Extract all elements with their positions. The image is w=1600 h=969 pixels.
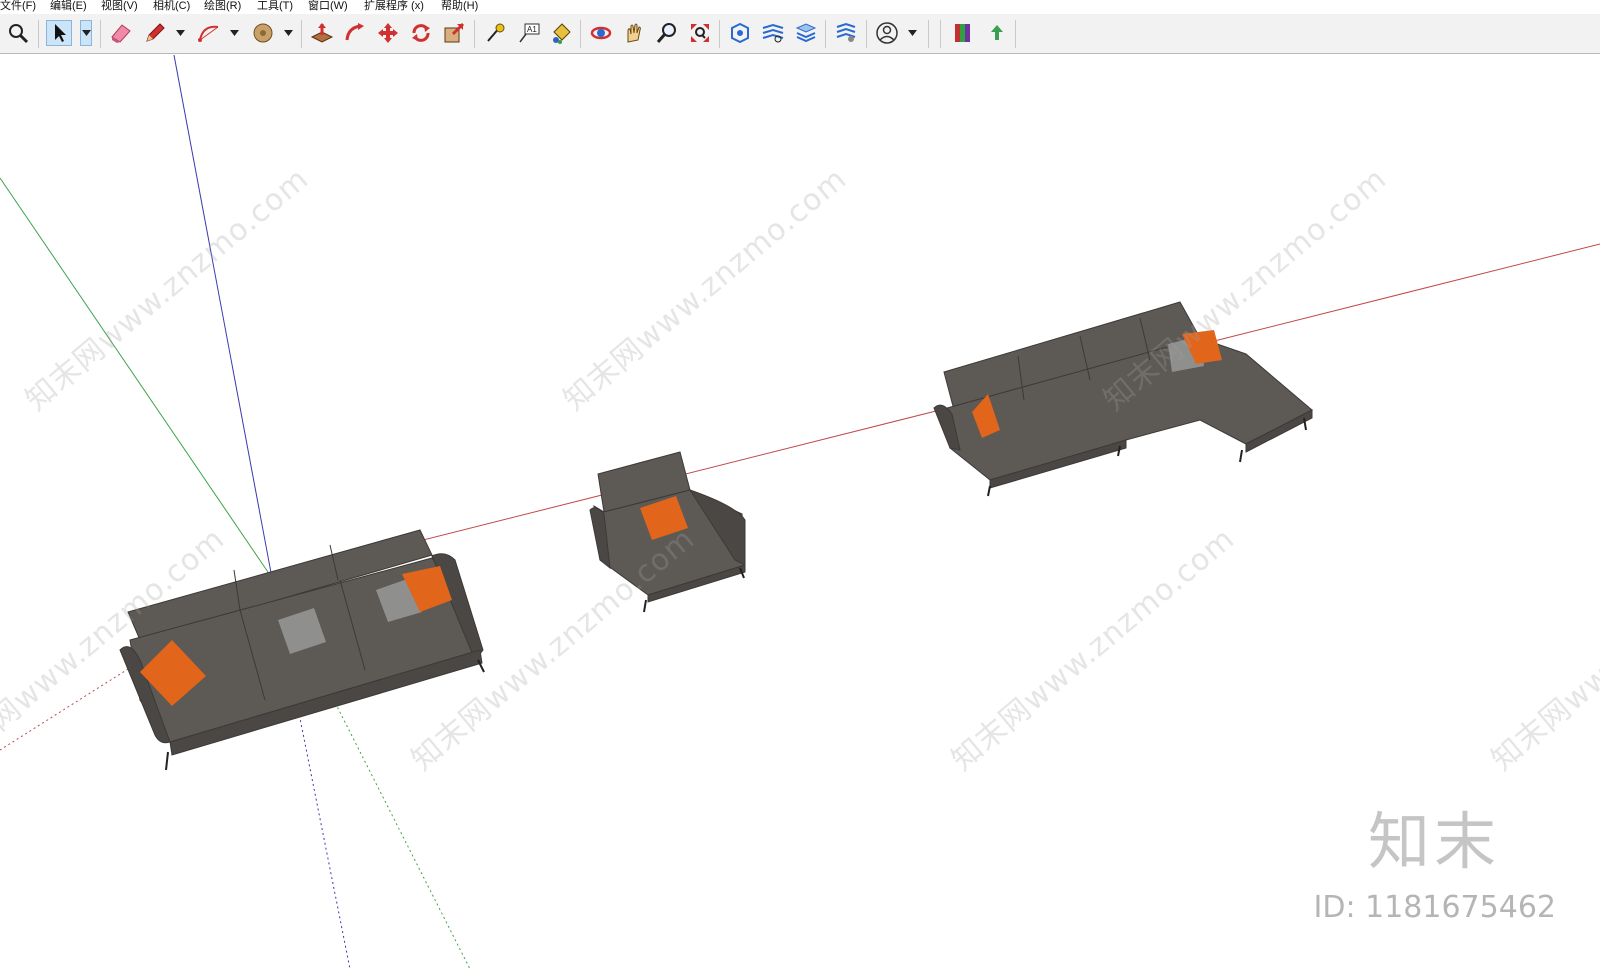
zoom-extents-icon[interactable] [687, 20, 713, 46]
blue-axis [173, 55, 273, 579]
menu-extensions[interactable]: 扩展程序 (x) [364, 0, 424, 13]
menu-file[interactable]: 文件(F) [0, 0, 36, 13]
zoom-icon[interactable] [5, 20, 31, 46]
account-icon[interactable] [874, 20, 900, 46]
eraser-icon[interactable] [108, 20, 134, 46]
pan-icon[interactable] [621, 20, 647, 46]
warehouse-icon[interactable] [727, 20, 753, 46]
toolbar-separator [866, 20, 867, 48]
menu-help[interactable]: 帮助(H) [441, 0, 478, 13]
paint-bucket-icon[interactable] [548, 20, 574, 46]
upload-icon[interactable] [984, 20, 1010, 46]
text-tool-label: A1 [527, 25, 537, 34]
toolbar-separator [928, 20, 929, 48]
move-icon[interactable] [375, 20, 401, 46]
menu-draw[interactable]: 绘图(R) [204, 0, 241, 13]
menu-view[interactable]: 视图(V) [101, 0, 138, 13]
menu-tools[interactable]: 工具(T) [257, 0, 293, 13]
toolbar-separator [474, 20, 475, 48]
select-arrow-icon[interactable] [46, 20, 72, 46]
select-dropdown-button[interactable] [80, 20, 92, 46]
orbit-icon[interactable] [588, 20, 614, 46]
shape-icon[interactable] [250, 20, 276, 46]
scale-icon[interactable] [441, 20, 467, 46]
shape-dropdown-button[interactable] [282, 20, 294, 46]
toolbar-separator [100, 20, 101, 48]
push-pull-icon[interactable] [309, 20, 335, 46]
armchair[interactable] [589, 451, 746, 613]
toolbar-separator [580, 20, 581, 48]
menu-window[interactable]: 窗口(W) [308, 0, 348, 13]
pencil-icon[interactable] [142, 20, 168, 46]
tape-measure-icon[interactable] [482, 20, 508, 46]
three-seat-sofa[interactable] [119, 529, 485, 771]
toolbar-separator [825, 20, 826, 48]
toolbar-separator [1015, 20, 1016, 48]
arc-icon[interactable] [196, 20, 222, 46]
toolbar-separator [301, 20, 302, 48]
toolbar-separator [940, 20, 941, 48]
extension-icon[interactable] [760, 20, 786, 46]
menu-bar: 文件(F) 编辑(E) 视图(V) 相机(C) 绘图(R) 工具(T) 窗口(W… [0, 0, 1600, 14]
scene-canvas [0, 55, 1600, 969]
text-icon[interactable]: A1 [516, 20, 542, 46]
rotate-icon[interactable] [408, 20, 434, 46]
pencil-dropdown-button[interactable] [174, 20, 186, 46]
green-axis [0, 177, 273, 579]
menu-camera[interactable]: 相机(C) [153, 0, 190, 13]
model-id-label: ID: 1181675462 [1313, 890, 1556, 925]
arc-dropdown-button[interactable] [228, 20, 240, 46]
layers-icon[interactable] [793, 20, 819, 46]
follow-me-icon[interactable] [342, 20, 368, 46]
style-icon[interactable] [950, 20, 976, 46]
extension-settings-icon[interactable] [833, 20, 859, 46]
zoom-window-icon[interactable] [654, 20, 680, 46]
account-dropdown-button[interactable] [906, 20, 918, 46]
model-viewport[interactable]: 知末网www.znzmo.com 知末网www.znzmo.com 知末网www… [0, 55, 1600, 969]
toolbar-separator [719, 20, 720, 48]
toolbar-separator [38, 20, 39, 48]
main-toolbar: A1 [0, 14, 1600, 54]
brand-logo: 知末 [1367, 805, 1500, 878]
menu-edit[interactable]: 编辑(E) [50, 0, 87, 13]
